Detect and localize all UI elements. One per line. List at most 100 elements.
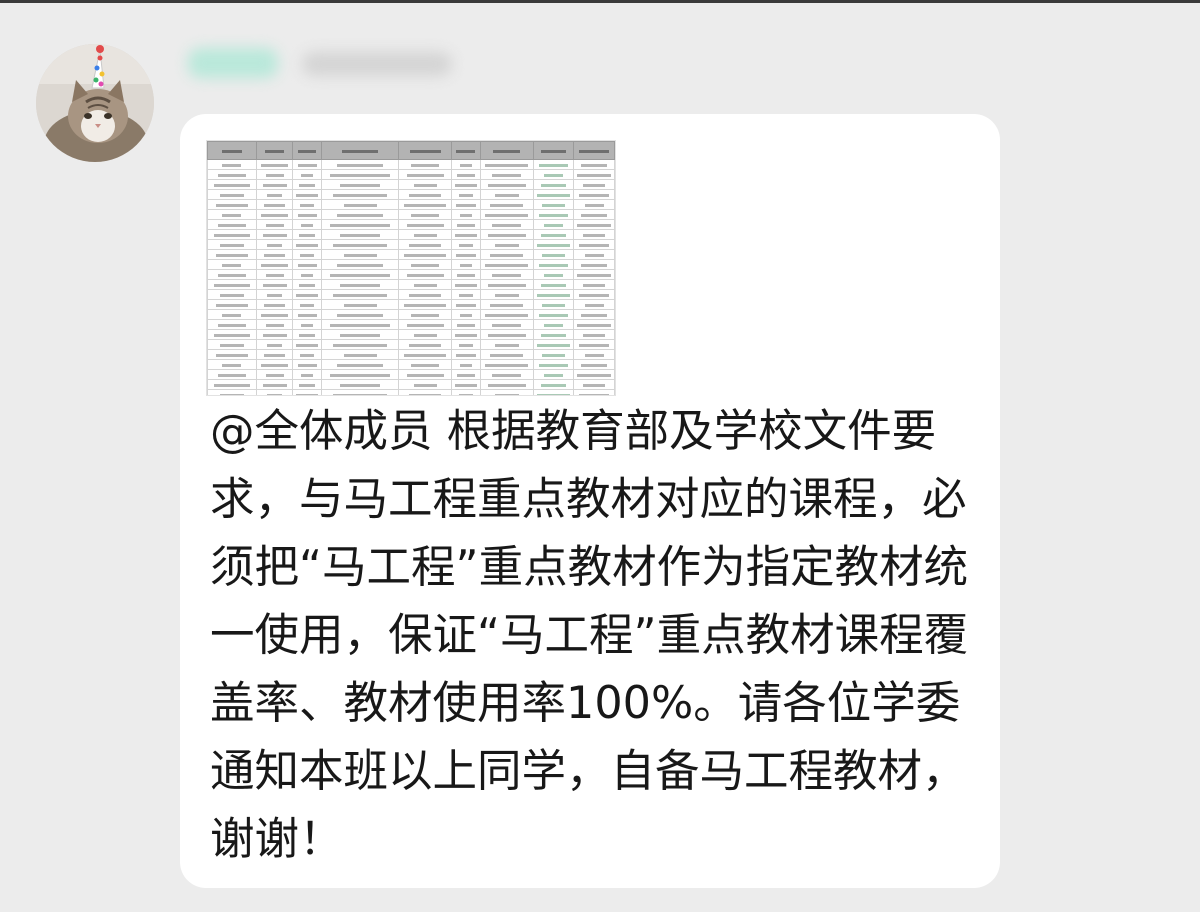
sheet-cell-mark [262, 183, 287, 187]
sheet-cell-mark [579, 293, 610, 297]
sheet-cell-mark [218, 323, 246, 327]
sheet-cell-mark [411, 213, 439, 217]
sheet-cell-mark [343, 353, 377, 357]
sheet-cell-mark [544, 273, 563, 277]
sheet-cell-mark [343, 203, 377, 207]
sheet-cell-mark [584, 253, 604, 257]
sheet-cell-mark [413, 233, 437, 237]
sheet-cell-mark [581, 213, 608, 217]
sheet-cell-mark [492, 273, 521, 277]
sheet-cell-mark [456, 203, 476, 207]
sheet-header-mark [341, 149, 379, 153]
sheet-header-mark [409, 149, 441, 153]
sheet-cell-mark [329, 323, 391, 327]
sheet-cell-mark [582, 283, 606, 287]
avatar[interactable] [36, 44, 154, 162]
sheet-cell-mark [301, 373, 313, 377]
cat-avatar-icon [36, 44, 154, 162]
sheet-cell-mark [267, 193, 282, 197]
sheet-cell-mark [265, 223, 284, 227]
sheet-cell-mark [459, 163, 473, 167]
sheet-cell-mark [267, 393, 282, 395]
sheet-cell-mark [454, 283, 478, 287]
sheet-cell-mark [297, 213, 317, 217]
sheet-cell-mark [487, 283, 526, 287]
sheet-header-mark [221, 149, 243, 153]
sheet-cell-mark [340, 183, 380, 187]
sheet-cell-mark [485, 163, 528, 167]
sheet-cell-mark [582, 233, 606, 237]
sheet-cell-mark [296, 243, 318, 247]
sheet-cell-mark [340, 233, 380, 237]
sheet-cell-mark [267, 243, 282, 247]
sheet-cell-mark [215, 303, 248, 307]
sheet-cell-mark [538, 213, 569, 217]
sheet-cell-mark [220, 243, 244, 247]
sheet-cell-mark [300, 353, 315, 357]
sheet-cell-mark [340, 383, 380, 387]
sheet-cell-mark [218, 373, 246, 377]
sheet-cell-mark [542, 303, 565, 307]
sheet-cell-mark [456, 253, 476, 257]
sheet-cell-mark [458, 193, 474, 197]
sheet-cell-mark [220, 393, 244, 395]
sheet-cell-mark [260, 163, 289, 167]
sheet-cell-mark [220, 343, 244, 347]
sheet-cell-mark [264, 353, 286, 357]
sheet-cell-mark [458, 243, 474, 247]
sheet-cell-mark [457, 173, 475, 177]
sheet-cell-mark [297, 363, 317, 367]
sheet-cell-mark [264, 203, 286, 207]
sheet-cell-mark [296, 193, 318, 197]
sheet-cell-mark [487, 183, 526, 187]
sheet-cell-mark [301, 223, 313, 227]
sheet-cell-mark [336, 313, 384, 317]
sheet-cell-mark [298, 333, 316, 337]
sheet-cell-mark [577, 173, 611, 177]
sheet-cell-mark [333, 193, 387, 197]
sheet-cell-mark [297, 163, 317, 167]
sheet-cell-mark [487, 233, 526, 237]
sheet-cell-mark [536, 343, 570, 347]
sheet-cell-mark [492, 323, 521, 327]
message-text: @全体成员 根据教育部及学校文件要求，与马工程重点教材对应的课程，必须把“马工程… [210, 398, 980, 874]
spreadsheet-image[interactable] [206, 140, 616, 396]
sheet-cell-mark [584, 203, 604, 207]
window-top-edge [0, 0, 1200, 3]
sheet-cell-mark [487, 383, 526, 387]
sheet-cell-mark [411, 363, 439, 367]
sheet-cell-mark [459, 263, 473, 267]
sheet-cell-mark [582, 383, 606, 387]
sheet-cell-mark [485, 263, 528, 267]
sheet-cell-mark [536, 393, 570, 395]
mention-all-members[interactable]: @全体成员 [210, 406, 433, 457]
sheet-cell-mark [413, 333, 437, 337]
sheet-cell-mark [492, 373, 521, 377]
sheet-cell-mark [301, 173, 313, 177]
sheet-cell-mark [485, 213, 528, 217]
sheet-cell-mark [584, 353, 604, 357]
sheet-cell-mark [267, 343, 282, 347]
sheet-cell-mark [406, 273, 444, 277]
sheet-cell-mark [213, 333, 251, 337]
sheet-cell-mark [538, 313, 569, 317]
sheet-cell-mark [298, 233, 316, 237]
sheet-cell-mark [544, 223, 563, 227]
sheet-cell-mark [459, 213, 473, 217]
sheet-cell-mark [343, 303, 377, 307]
sheet-cell-mark [458, 393, 474, 395]
message-bubble[interactable]: @全体成员 根据教育部及学校文件要求，与马工程重点教材对应的课程，必须把“马工程… [180, 114, 1000, 888]
sheet-cell-mark [454, 333, 478, 337]
sheet-header-mark [493, 149, 520, 153]
sheet-cell-mark [296, 393, 318, 395]
sheet-cell-mark [298, 283, 316, 287]
sheet-cell-mark [336, 163, 384, 167]
sheet-cell-mark [301, 323, 313, 327]
sheet-cell-mark [222, 213, 242, 217]
sheet-cell-mark [213, 383, 251, 387]
sheet-cell-mark [333, 343, 387, 347]
sheet-cell-mark [329, 173, 391, 177]
sheet-cell-mark [409, 343, 442, 347]
sheet-cell-mark [540, 183, 567, 187]
sheet-cell-mark [454, 383, 478, 387]
